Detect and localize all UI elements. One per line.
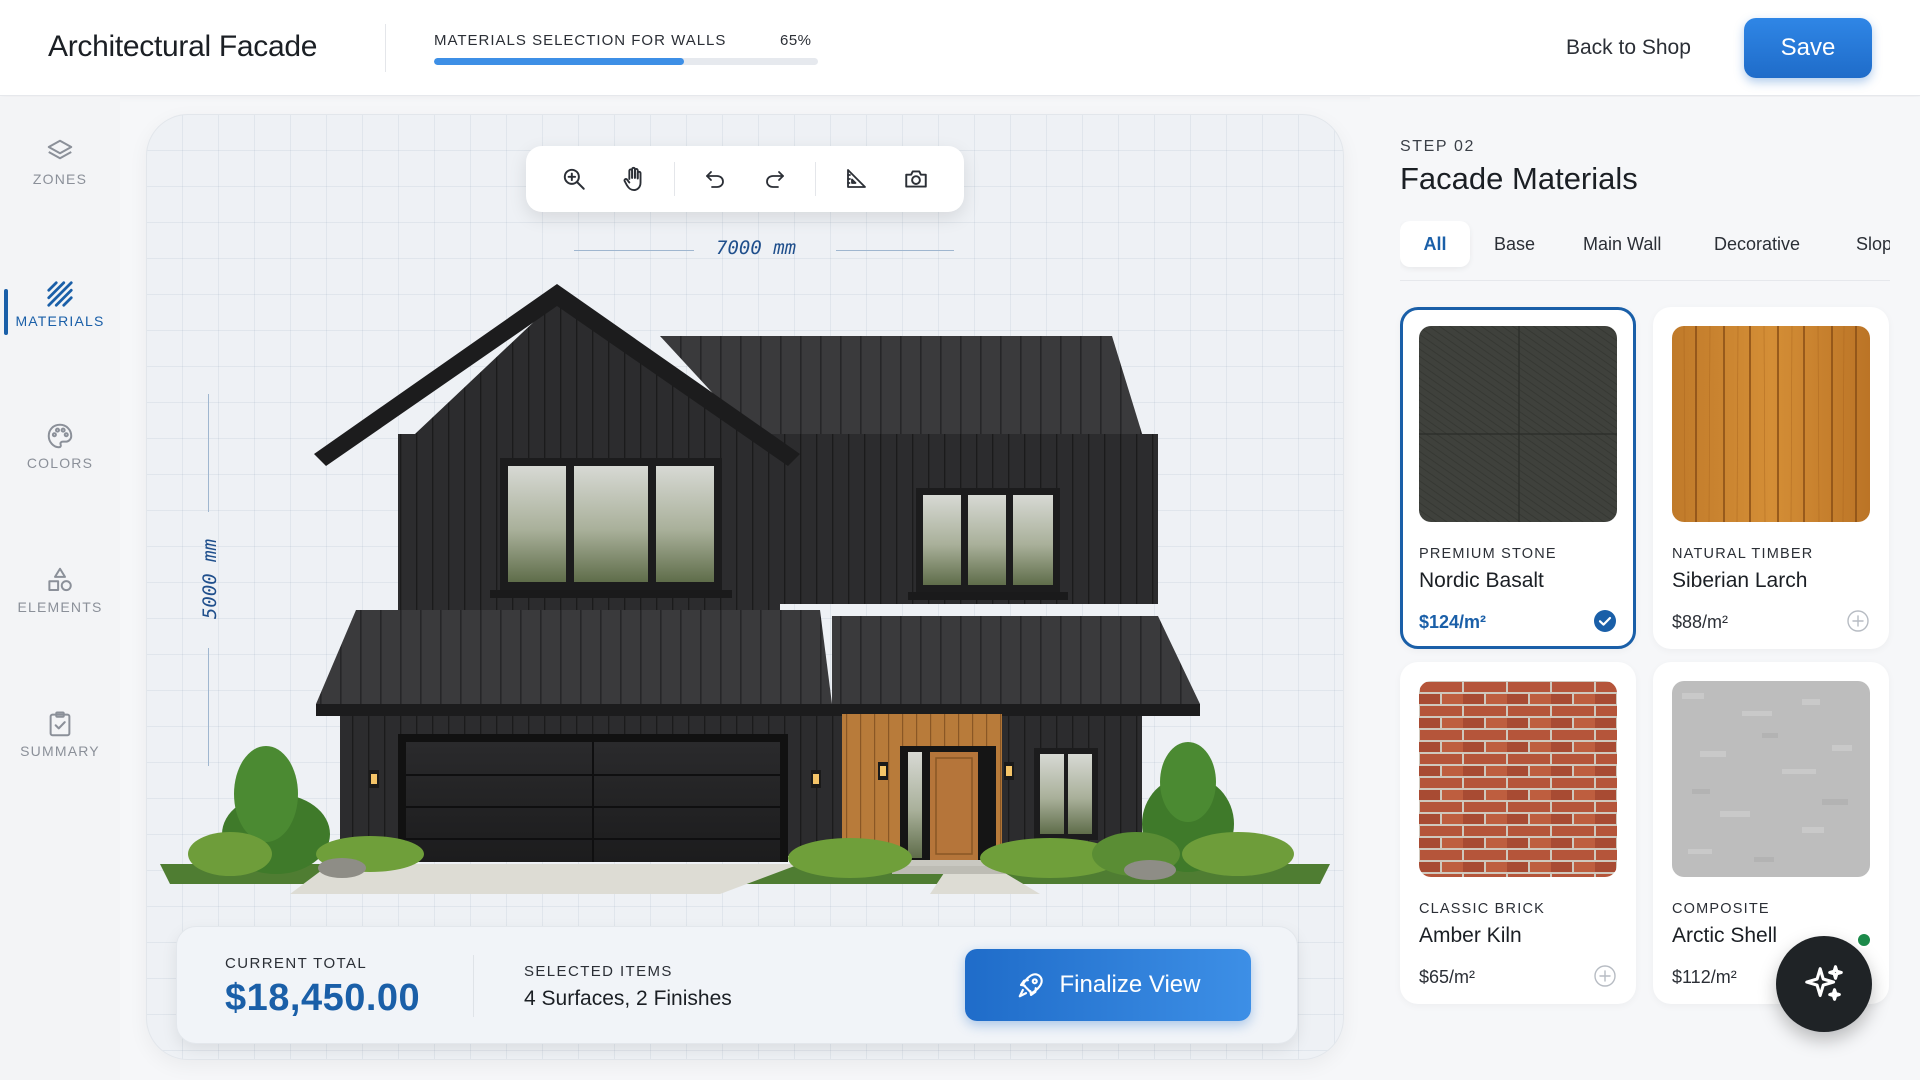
palette-icon (47, 423, 73, 449)
redo-button[interactable] (745, 154, 805, 204)
sidebar-item-label: ELEMENTS (17, 599, 103, 615)
add-circle-icon[interactable] (1846, 609, 1870, 633)
undo-button[interactable] (685, 154, 745, 204)
tab-all[interactable]: All (1400, 221, 1470, 267)
material-price: $65/m² (1419, 967, 1476, 987)
progress-value: 65% (780, 32, 812, 49)
sidebar-item-label: MATERIALS (15, 313, 105, 329)
sidebar-item-materials[interactable]: MATERIALS (0, 279, 120, 369)
current-total-value: $18,450.00 (225, 977, 421, 1019)
undo-icon (706, 171, 724, 188)
hatch-icon (47, 281, 73, 307)
material-card-amber-kiln[interactable]: CLASSIC BRICK Amber Kiln $65/m² (1400, 662, 1636, 1004)
sparkles-icon (1805, 965, 1843, 1001)
layers-icon (47, 139, 73, 160)
screenshot-button[interactable] (886, 154, 946, 204)
shapes-icon (48, 567, 72, 592)
pan-hand-icon (623, 166, 642, 192)
progress-bar-fill (434, 58, 684, 65)
top-header: Architectural Facade MATERIALS SELECTION… (0, 0, 1920, 96)
selected-items-value: 4 Surfaces, 2 Finishes (524, 987, 732, 1010)
tab-main-wall[interactable]: Main Wall (1583, 221, 1661, 267)
finalize-view-button[interactable]: Finalize View (965, 949, 1251, 1021)
sidebar-item-label: COLORS (26, 455, 94, 471)
pan-button[interactable] (604, 154, 664, 204)
material-category: PREMIUM STONE (1419, 546, 1557, 562)
summary-divider (473, 955, 474, 1017)
sidebar-item-elements[interactable]: ELEMENTS (0, 565, 120, 655)
canvas-toolbar (526, 146, 964, 212)
measure-button[interactable] (826, 154, 886, 204)
material-category: COMPOSITE (1672, 901, 1770, 917)
sidebar-item-summary[interactable]: SUMMARY (0, 709, 120, 799)
material-swatch (1419, 681, 1617, 877)
material-swatch (1672, 681, 1870, 877)
step-label: STEP 02 (1400, 138, 1475, 155)
active-indicator (4, 289, 8, 335)
material-price: $124/m² (1419, 612, 1487, 632)
redo-icon (766, 171, 784, 188)
sidebar-item-zones[interactable]: ZONES (0, 137, 120, 227)
app-title: Architectural Facade (48, 30, 318, 63)
dimension-line (574, 250, 694, 251)
material-category: NATURAL TIMBER (1672, 546, 1814, 562)
clipboard-check-icon (49, 711, 71, 737)
sidebar-nav: ZONES MATERIALS COLORS ELEMENTS SUMMARY (0, 97, 120, 1080)
material-name: Siberian Larch (1672, 569, 1808, 592)
add-circle-icon[interactable] (1593, 964, 1617, 988)
sidebar-item-colors[interactable]: COLORS (0, 421, 120, 511)
rocket-icon (1018, 973, 1043, 998)
material-swatch (1419, 326, 1617, 522)
material-card-siberian-larch[interactable]: NATURAL TIMBER Siberian Larch $88/m² (1653, 307, 1889, 649)
camera-icon (905, 170, 927, 188)
progress-bar (434, 58, 818, 65)
finalize-view-label: Finalize View (1059, 971, 1201, 998)
material-name: Nordic Basalt (1419, 569, 1544, 592)
dimension-line (836, 250, 954, 251)
ai-assistant-button[interactable] (1776, 936, 1872, 1032)
save-button[interactable]: Save (1744, 18, 1872, 78)
selected-items-label: SELECTED ITEMS (524, 963, 673, 980)
material-category: CLASSIC BRICK (1419, 901, 1545, 917)
material-price: $88/m² (1672, 612, 1729, 632)
sidebar-item-label: SUMMARY (20, 743, 100, 759)
header-divider (385, 24, 386, 72)
sidebar-item-label: ZONES (32, 171, 88, 187)
progress-label: MATERIALS SELECTION FOR WALLS (434, 32, 727, 49)
materials-panel: STEP 02 Facade Materials All Base Main W… (1370, 97, 1920, 1080)
tab-decorative[interactable]: Decorative (1714, 221, 1800, 267)
material-swatch (1672, 326, 1870, 522)
toolbar-separator (674, 162, 675, 196)
cost-summary-bar: CURRENT TOTAL $18,450.00 SELECTED ITEMS … (176, 926, 1298, 1044)
house-facade-illustration (160, 284, 1330, 894)
facade-canvas[interactable]: 7000 mm 5000 mm CURRENT TOTAL $18,450.00… (146, 114, 1344, 1060)
material-card-nordic-basalt[interactable]: PREMIUM STONE Nordic Basalt $124/m² (1400, 307, 1636, 649)
toolbar-separator (815, 162, 816, 196)
material-name: Arctic Shell (1672, 924, 1778, 947)
check-circle-icon (1594, 610, 1616, 632)
online-status-dot (1856, 932, 1872, 948)
back-to-shop-link[interactable]: Back to Shop (1566, 36, 1691, 60)
measure-icon (847, 169, 866, 188)
zoom-in-button[interactable] (544, 154, 604, 204)
tab-slope[interactable]: Slop (1856, 221, 1890, 267)
current-total-label: CURRENT TOTAL (225, 955, 368, 972)
material-name: Amber Kiln (1419, 924, 1522, 947)
tab-base[interactable]: Base (1494, 221, 1535, 267)
zoom-in-icon (563, 168, 585, 190)
material-price: $112/m² (1672, 967, 1737, 987)
panel-title: Facade Materials (1400, 161, 1638, 196)
material-filter-tabs: All Base Main Wall Decorative Slop (1400, 221, 1890, 281)
